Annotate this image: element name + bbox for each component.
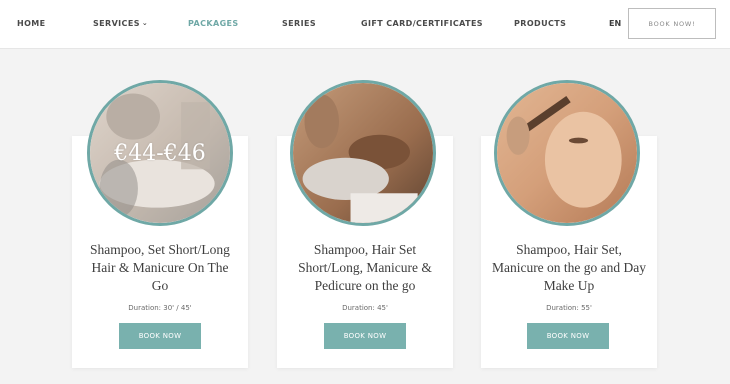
nav-products[interactable]: PRODUCTS	[514, 19, 566, 28]
package-duration: Duration: 45'	[342, 304, 388, 312]
book-now-button[interactable]: BOOK NOW	[324, 323, 406, 349]
book-now-button[interactable]: BOOK NOW	[119, 323, 201, 349]
top-navigation: HOME SERVICES ⌄ PACKAGES SERIES GIFT CARD…	[0, 0, 730, 49]
package-title: Shampoo, Hair Set, Manicure on the go an…	[491, 242, 647, 293]
nav-packages[interactable]: PACKAGES	[188, 19, 239, 28]
hair-set-photo: €44-€46	[87, 80, 233, 226]
package-duration: Duration: 55'	[546, 304, 592, 312]
hair-wash-photo	[290, 80, 436, 226]
package-duration: Duration: 30' / 45'	[128, 304, 192, 312]
header-book-now-button[interactable]: BOOK NOW!	[628, 8, 716, 39]
package-price: €44-€46	[114, 141, 206, 166]
makeup-photo	[494, 80, 640, 226]
nav-series[interactable]: SERIES	[282, 19, 316, 28]
package-title: Shampoo, Hair Set Short/Long, Manicure &…	[298, 242, 432, 293]
nav-services[interactable]: SERVICES ⌄	[93, 19, 148, 28]
nav-services-label: SERVICES	[93, 19, 140, 28]
book-now-button[interactable]: BOOK NOW	[527, 323, 609, 349]
language-selector[interactable]: EN	[609, 19, 621, 28]
package-title: Shampoo, Set Short/Long Hair & Manicure …	[90, 242, 230, 293]
nav-home[interactable]: HOME	[17, 19, 46, 28]
chevron-down-icon: ⌄	[141, 19, 149, 27]
nav-gift-card[interactable]: GIFT CARD/CERTIFICATES	[361, 19, 483, 28]
